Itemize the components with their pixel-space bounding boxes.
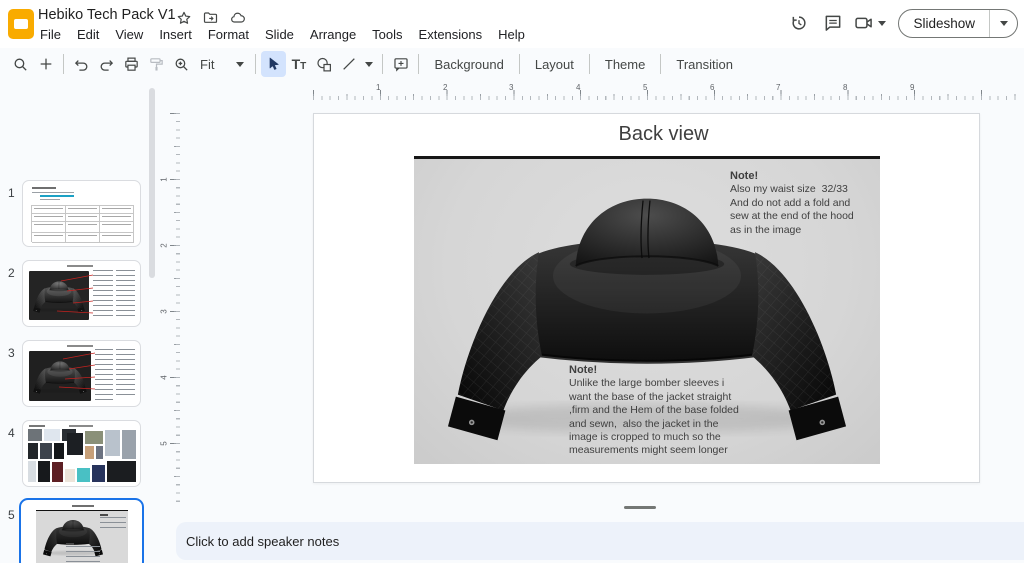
annotation-lines [23,341,141,407]
slideshow-dropdown[interactable] [989,9,1017,38]
comments-icon[interactable] [816,7,850,39]
slideshow-button[interactable]: Slideshow [899,16,989,31]
new-slide-button[interactable] [33,51,58,77]
horizontal-ruler: 1 2 3 4 5 6 7 8 9 [313,84,1018,100]
page-resize-handle[interactable] [624,506,656,509]
vertical-ruler: 1 2 3 4 5 [164,113,180,505]
menu-arrange[interactable]: Arrange [302,25,364,44]
slide-page[interactable]: Back view Note! Also my waist size 32/33… [313,113,980,483]
slide-thumbnail-4[interactable] [22,420,141,487]
slide-number-5: 5 [8,508,15,522]
layout-button[interactable]: Layout [525,51,584,77]
select-tool-button[interactable] [261,51,286,77]
transition-button[interactable]: Transition [666,51,743,77]
app-header: Hebiko Tech Pack V1 File Edit View Inser… [0,0,1024,48]
menu-bar: File Edit View Insert Format Slide Arran… [32,25,533,44]
backview-mini-image [36,510,128,563]
move-folder-icon[interactable] [202,10,219,26]
theme-button[interactable]: Theme [595,51,655,77]
slide-thumbnail-2[interactable] [22,260,141,327]
slides-logo[interactable] [8,9,34,39]
menu-edit[interactable]: Edit [69,25,107,44]
intro-table [31,205,134,242]
slide-thumbnail-1[interactable] [22,180,141,247]
slide-thumbnail-5-selected[interactable] [19,498,144,563]
background-button[interactable]: Background [424,51,513,77]
undo-button[interactable] [69,51,94,77]
insert-comment-icon[interactable] [388,51,413,77]
star-icon[interactable] [176,10,192,26]
main-toolbar: Fit TT Background Layout Theme Transitio… [0,48,1024,80]
slide-thumbnail-3[interactable] [22,340,141,407]
meet-camera-icon[interactable] [850,7,878,39]
slide-number-2: 2 [8,266,15,280]
menu-extensions[interactable]: Extensions [411,25,491,44]
text-box-button[interactable]: TT [286,51,311,77]
canvas-area: 1 2 3 4 5 6 7 8 9 1 2 3 4 5 Back view No… [156,80,1024,563]
menu-insert[interactable]: Insert [151,25,200,44]
redo-button[interactable] [94,51,119,77]
google-slides-app: Hebiko Tech Pack V1 File Edit View Inser… [0,0,1024,563]
paint-format-icon[interactable] [144,51,169,77]
slide-title[interactable]: Back view [618,123,708,146]
print-icon[interactable] [119,51,144,77]
document-title[interactable]: Hebiko Tech Pack V1 [38,7,176,23]
version-history-icon[interactable] [782,7,816,39]
menu-view[interactable]: View [107,25,151,44]
slide-number-4: 4 [8,426,15,440]
line-tool-button[interactable] [336,51,361,77]
menu-file[interactable]: File [32,25,69,44]
speaker-notes-input[interactable]: Click to add speaker notes [176,522,1024,560]
slide-number-3: 3 [8,346,15,360]
menu-format[interactable]: Format [200,25,257,44]
menu-help[interactable]: Help [490,25,533,44]
slide-number-1: 1 [8,186,15,200]
speaker-notes-placeholder: Click to add speaker notes [176,534,339,549]
line-tool-caret[interactable] [365,62,373,67]
jacket-back-image[interactable]: Note! Also my waist size 32/33 And do no… [414,156,880,464]
menu-slide[interactable]: Slide [257,25,302,44]
menu-tools[interactable]: Tools [364,25,410,44]
zoom-fit-select[interactable]: Fit [194,57,250,72]
shape-tool-button[interactable] [311,51,336,77]
slide-filmstrip: 1 2 3 4 [0,80,148,563]
search-menus-icon[interactable] [8,51,33,77]
annotation-lines [23,261,141,327]
note-top-textbox[interactable]: Note! Also my waist size 32/33 And do no… [730,170,872,237]
zoom-in-icon[interactable] [169,51,194,77]
note-bottom-textbox[interactable]: Note! Unlike the large bomber sleeves i … [569,364,753,458]
cloud-saved-icon[interactable] [229,10,247,26]
meet-dropdown-caret[interactable] [878,21,886,26]
filmstrip-scrollbar[interactable] [149,88,155,278]
